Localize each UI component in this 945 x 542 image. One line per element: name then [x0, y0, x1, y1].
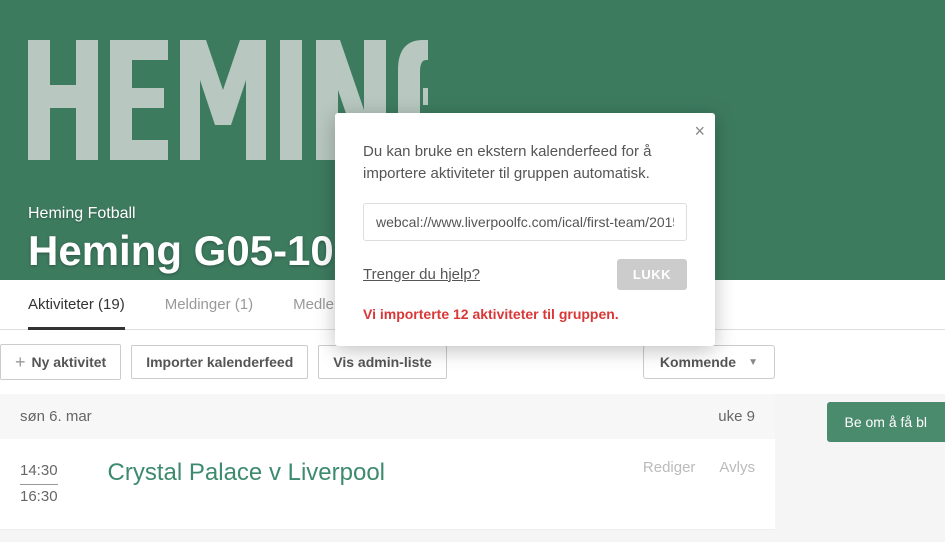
request-member-cta[interactable]: Be om å få bl: [827, 402, 945, 442]
event-actions: Rediger Avlys: [643, 459, 755, 476]
event-cancel-button[interactable]: Avlys: [719, 459, 755, 476]
event-edit-button[interactable]: Rediger: [643, 459, 696, 476]
day-label: søn 6. mar: [20, 408, 92, 425]
new-activity-button[interactable]: + Ny aktivitet: [0, 344, 121, 380]
date-header-row: søn 6. mar uke 9: [0, 394, 775, 439]
chevron-down-icon: ▼: [748, 357, 758, 368]
tab-messages[interactable]: Meldinger (1): [165, 280, 253, 329]
event-time: 14:30 16:30: [20, 459, 58, 509]
event-end-time: 16:30: [20, 488, 58, 505]
plus-icon: +: [15, 353, 26, 371]
modal-description: Du kan bruke en ekstern kalenderfeed for…: [363, 141, 687, 185]
event-start-time: 14:30: [20, 459, 58, 485]
help-link[interactable]: Trenger du hjelp?: [363, 266, 480, 283]
activities-list: søn 6. mar uke 9 14:30 16:30 Crystal Pal…: [0, 394, 775, 530]
event-row: 14:30 16:30 Crystal Palace v Liverpool R…: [0, 439, 775, 530]
import-feed-modal: × Du kan bruke en ekstern kalenderfeed f…: [335, 113, 715, 346]
filter-label: Kommende: [660, 354, 736, 370]
event-title[interactable]: Crystal Palace v Liverpool: [108, 459, 593, 487]
week-label: uke 9: [718, 408, 755, 425]
feed-url-input[interactable]: [363, 203, 687, 241]
close-button[interactable]: LUKK: [617, 259, 687, 290]
filter-dropdown[interactable]: Kommende ▼: [643, 345, 775, 379]
modal-footer: Trenger du hjelp? LUKK: [363, 259, 687, 290]
show-admin-button[interactable]: Vis admin-liste: [318, 345, 447, 379]
modal-close-icon[interactable]: ×: [694, 121, 705, 142]
import-result-text: Vi importerte 12 aktiviteter til gruppen…: [363, 306, 687, 322]
import-feed-button[interactable]: Importer kalenderfeed: [131, 345, 308, 379]
new-activity-label: Ny aktivitet: [32, 354, 107, 370]
tab-activities[interactable]: Aktiviteter (19): [28, 280, 125, 329]
